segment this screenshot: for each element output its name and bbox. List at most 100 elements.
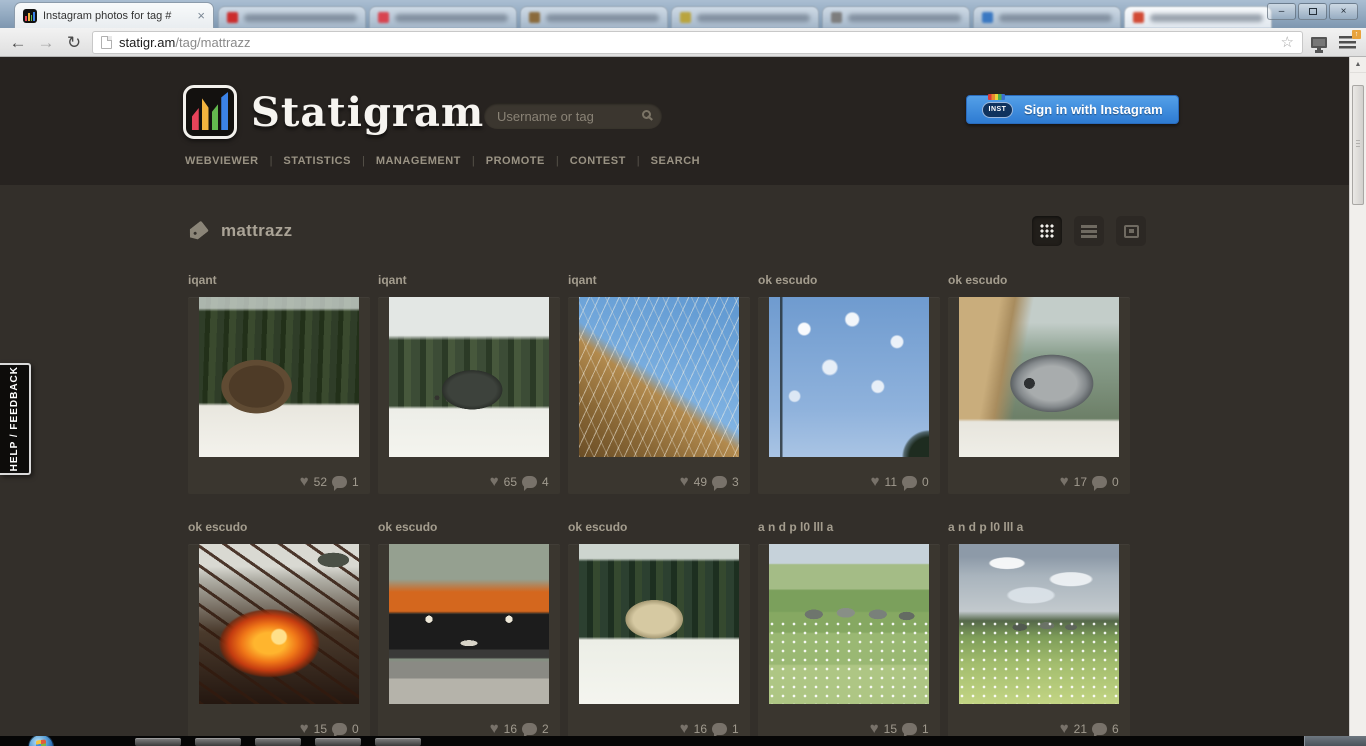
reload-button[interactable]: ↻ bbox=[64, 34, 84, 51]
nav-item-contest[interactable]: CONTEST bbox=[570, 155, 626, 167]
statigram-logo[interactable]: Statigram bbox=[183, 85, 484, 139]
search-box[interactable] bbox=[484, 103, 662, 129]
tag-row: mattrazz bbox=[188, 215, 1130, 247]
list-view-button[interactable] bbox=[1074, 216, 1104, 246]
photo-card[interactable]: ♥ 65 4 bbox=[378, 297, 560, 494]
photo-username[interactable]: iqant bbox=[378, 273, 560, 287]
photo-username[interactable]: ok escudo bbox=[758, 273, 940, 287]
photo-username[interactable]: ok escudo bbox=[188, 520, 370, 534]
photo-card[interactable]: ♥ 21 6 bbox=[948, 544, 1130, 741]
nav-item-search[interactable]: SEARCH bbox=[651, 155, 700, 167]
likes-count: 49 bbox=[694, 475, 707, 489]
likes-count: 16 bbox=[694, 722, 707, 736]
main-nav: WEBVIEWER|STATISTICS|MANAGEMENT|PROMOTE|… bbox=[185, 155, 700, 167]
monitor-icon[interactable] bbox=[1311, 37, 1327, 48]
photo-thumbnail-campfire-in-snow[interactable] bbox=[199, 544, 359, 704]
photo-thumbnail-orange-offroad-truck-front[interactable] bbox=[389, 544, 549, 704]
comments-count: 1 bbox=[732, 722, 740, 736]
taskbar-button[interactable] bbox=[375, 738, 421, 746]
back-button[interactable]: ← bbox=[8, 34, 28, 51]
nav-separator: | bbox=[270, 155, 273, 167]
photo-thumbnail-landrover-convoy-snow-trail[interactable] bbox=[579, 544, 739, 704]
photo-cell: a n d p l0 lll a ♥ 15 1 bbox=[758, 520, 940, 741]
update-badge: ↑ bbox=[1352, 30, 1361, 39]
photo-thumbnail-vehicles-in-green-meadow[interactable] bbox=[959, 544, 1119, 704]
background-tabs bbox=[218, 6, 1272, 28]
window-controls: – × bbox=[1267, 3, 1358, 20]
help-feedback-tab[interactable]: HELP / FEEDBACK bbox=[0, 363, 31, 475]
photo-card[interactable]: ♥ 11 0 bbox=[758, 297, 940, 494]
tab-favicon-icon bbox=[529, 12, 540, 23]
restore-button[interactable] bbox=[1298, 3, 1327, 20]
photo-username[interactable]: ok escudo bbox=[378, 520, 560, 534]
photo-card[interactable]: ♥ 16 2 bbox=[378, 544, 560, 741]
nav-item-promote[interactable]: PROMOTE bbox=[486, 155, 545, 167]
background-tab[interactable] bbox=[973, 6, 1121, 28]
nav-item-statistics[interactable]: STATISTICS bbox=[283, 155, 351, 167]
search-input[interactable] bbox=[484, 103, 662, 129]
slideshow-view-button[interactable] bbox=[1116, 216, 1146, 246]
forward-button[interactable]: → bbox=[36, 34, 56, 51]
bookmark-star-icon[interactable]: ☆ bbox=[1281, 33, 1294, 51]
photo-thumbnail-birch-branches-blue-sky-cliff[interactable] bbox=[579, 297, 739, 457]
photo-counts: ♥ 15 0 bbox=[300, 721, 360, 736]
comments-icon bbox=[902, 723, 917, 735]
background-tab[interactable] bbox=[671, 6, 819, 28]
taskbar-button[interactable] bbox=[255, 738, 301, 746]
close-button[interactable]: × bbox=[1329, 3, 1358, 20]
start-orb-icon[interactable] bbox=[28, 736, 54, 746]
active-tab[interactable]: Instagram photos for tag # × bbox=[14, 2, 214, 28]
taskbar-button[interactable] bbox=[195, 738, 241, 746]
scrollbar[interactable]: ▲ bbox=[1349, 57, 1366, 746]
nav-item-webviewer[interactable]: WEBVIEWER bbox=[185, 155, 259, 167]
site-header: Statigram INST Sign in with Instagram WE… bbox=[0, 57, 1349, 185]
slideshow-view-icon bbox=[1124, 225, 1139, 238]
search-icon[interactable] bbox=[642, 110, 651, 119]
photo-counts: ♥ 11 0 bbox=[871, 474, 930, 489]
photo-thumbnail-suv-in-snow-with-people[interactable] bbox=[389, 297, 549, 457]
photo-card[interactable]: ♥ 15 0 bbox=[188, 544, 370, 741]
photo-card[interactable]: ♥ 15 1 bbox=[758, 544, 940, 741]
restore-icon bbox=[1309, 8, 1317, 15]
taskbar-buttons bbox=[135, 738, 421, 746]
background-tab[interactable] bbox=[822, 6, 970, 28]
photo-username[interactable]: ok escudo bbox=[568, 520, 750, 534]
photo-card[interactable]: ♥ 52 1 bbox=[188, 297, 370, 494]
likes-icon: ♥ bbox=[300, 474, 309, 489]
photo-thumbnail-blue-sky-clouds-bare-trees[interactable] bbox=[769, 297, 929, 457]
comments-icon bbox=[332, 476, 347, 488]
nav-item-management[interactable]: MANAGEMENT bbox=[376, 155, 461, 167]
photo-username[interactable]: a n d p l0 lll a bbox=[758, 520, 940, 534]
photo-thumbnail-snowy-forest-fallen-tree-roots[interactable] bbox=[199, 297, 359, 457]
background-tab[interactable] bbox=[1124, 6, 1272, 28]
photo-cell: ok escudo ♥ 15 0 bbox=[188, 520, 370, 741]
likes-icon: ♥ bbox=[680, 721, 689, 736]
photo-thumbnail-gray-suv-beside-rock[interactable] bbox=[959, 297, 1119, 457]
comments-icon bbox=[522, 476, 537, 488]
photo-card[interactable]: ♥ 16 1 bbox=[568, 544, 750, 741]
photo-username[interactable]: a n d p l0 lll a bbox=[948, 520, 1130, 534]
menu-icon[interactable]: ↑ bbox=[1339, 36, 1356, 49]
photo-card[interactable]: ♥ 49 3 bbox=[568, 297, 750, 494]
view-toggles bbox=[1032, 216, 1146, 246]
signin-button[interactable]: INST Sign in with Instagram bbox=[966, 95, 1179, 124]
photo-thumbnail-jeeps-in-daisy-field[interactable] bbox=[769, 544, 929, 704]
photo-username[interactable]: iqant bbox=[188, 273, 370, 287]
system-tray[interactable] bbox=[1304, 736, 1366, 746]
background-tab[interactable] bbox=[218, 6, 366, 28]
address-bar[interactable]: statigr.am/tag/mattrazz ☆ bbox=[92, 31, 1303, 54]
photo-card[interactable]: ♥ 17 0 bbox=[948, 297, 1130, 494]
comments-count: 0 bbox=[922, 475, 930, 489]
tab-bar: Instagram photos for tag # × – × bbox=[0, 0, 1366, 28]
grid-view-button[interactable] bbox=[1032, 216, 1062, 246]
taskbar-button[interactable] bbox=[315, 738, 361, 746]
scroll-up-arrow-icon[interactable]: ▲ bbox=[1350, 57, 1366, 73]
minimize-button[interactable]: – bbox=[1267, 3, 1296, 20]
scrollbar-thumb[interactable] bbox=[1352, 85, 1364, 205]
taskbar-button[interactable] bbox=[135, 738, 181, 746]
background-tab[interactable] bbox=[369, 6, 517, 28]
photo-username[interactable]: ok escudo bbox=[948, 273, 1130, 287]
tab-close-icon[interactable]: × bbox=[197, 9, 205, 22]
background-tab[interactable] bbox=[520, 6, 668, 28]
photo-username[interactable]: iqant bbox=[568, 273, 750, 287]
